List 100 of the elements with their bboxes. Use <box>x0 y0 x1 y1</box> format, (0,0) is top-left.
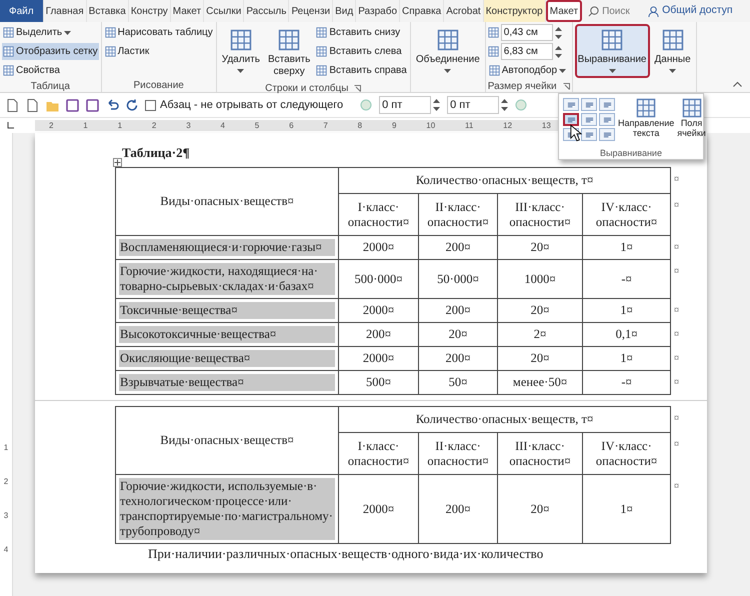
cell-alignment-button[interactable] <box>599 113 615 126</box>
group-label: Размер ячейки <box>488 80 557 94</box>
ruler-number: 8 <box>358 120 362 132</box>
cell-alignment-button[interactable] <box>581 98 597 111</box>
ribbon-button[interactable]: Ластик <box>104 43 214 60</box>
new-document-icon[interactable] <box>6 98 19 112</box>
ruler-number: 11 <box>465 120 474 132</box>
spacing-field[interactable]: 0 пт <box>447 96 500 114</box>
table-cell: Количество·опасных·веществ, т¤ <box>338 406 671 432</box>
search-field[interactable]: Поиск <box>602 4 642 18</box>
ribbon-large-button[interactable]: Вставить сверху <box>264 24 314 81</box>
size-field[interactable]: 0,43 см <box>500 24 553 41</box>
end-of-row-mark: ¤ <box>674 328 680 340</box>
table-cell: Виды·опасных·веществ¤ <box>116 406 338 474</box>
ribbon-button[interactable]: Автоподбор <box>488 62 567 79</box>
spin-arrows-icon[interactable] <box>554 44 562 58</box>
alignment-option-button[interactable]: Поля ячейки <box>677 98 706 147</box>
table-cell: 500¤ <box>338 370 418 394</box>
ribbon-button[interactable]: Свойства <box>2 62 99 79</box>
table-cell: 2000¤ <box>338 346 418 370</box>
size-field[interactable]: 6,83 см <box>500 43 553 60</box>
spin-arrows-icon[interactable] <box>433 98 440 112</box>
redo-icon[interactable] <box>126 99 138 111</box>
end-of-row-mark: ¤ <box>674 480 680 492</box>
ribbon-large-button[interactable]: Данные <box>652 24 694 78</box>
ribbon-large-button[interactable]: Удалить <box>218 24 263 81</box>
table-cell: Горючие·жидкости, используемые·в·технологическом·процессе·или·транспортируемые·по·магистральному·трубопроводу¤ <box>116 474 338 544</box>
table-grid-icon <box>601 29 624 51</box>
spacing-field[interactable]: 0 пт <box>379 96 432 114</box>
table-grid-icon <box>316 65 328 76</box>
table-grid-icon <box>104 27 116 38</box>
table-cell: 2000¤ <box>338 236 418 260</box>
dialog-launcher-icon[interactable] <box>562 82 570 90</box>
cell-alignment-button[interactable] <box>599 98 615 111</box>
share-button[interactable]: Общий доступ <box>642 0 733 22</box>
table-cell: 0,1¤ <box>582 322 671 346</box>
table-cell: 200¤ <box>418 346 498 370</box>
cell-alignment-button[interactable] <box>599 128 615 141</box>
cell-alignment-button[interactable] <box>563 113 579 126</box>
table-cell: Взрывчатые·вещества¤ <box>116 370 338 394</box>
table-cell: Окисляющие·вещества¤ <box>116 346 338 370</box>
ribbon-large-button[interactable]: Выравнивание <box>574 24 650 78</box>
ribbon-tab[interactable]: Конструктор <box>484 0 546 22</box>
table-grid-icon <box>3 46 14 57</box>
ruler-number: 3 <box>4 510 8 522</box>
table-cell: 20¤ <box>498 474 582 544</box>
ribbon-button[interactable]: Нарисовать таблицу <box>104 24 214 41</box>
table-cell: 2¤ <box>498 322 582 346</box>
ribbon-button[interactable]: Выделить <box>2 24 99 41</box>
table-cell: IV·класс·опасности¤ <box>582 432 671 474</box>
table-cell: Высокотоксичные·вещества¤ <box>116 322 338 346</box>
table-cell: II·класс·опасности¤ <box>418 432 498 474</box>
ribbon-tab[interactable]: Файл <box>0 0 44 22</box>
cell-alignment-button[interactable] <box>563 98 579 111</box>
table-cell: 20¤ <box>498 298 582 322</box>
new-document-icon[interactable] <box>26 98 39 112</box>
ruler-number: 13 <box>542 120 551 132</box>
ribbon-large-button[interactable]: Объединение <box>412 24 483 78</box>
text-lines-icon <box>602 132 612 138</box>
end-of-row-mark: ¤ <box>674 352 680 364</box>
table-grid-icon <box>3 65 14 76</box>
ribbon-button[interactable]: Вставить справа <box>315 62 408 79</box>
ribbon-button[interactable]: Отобразить сетку <box>2 43 99 60</box>
table-cell: 50¤ <box>418 370 498 394</box>
end-of-row-mark: ¤ <box>674 266 680 276</box>
search-icon <box>588 6 600 16</box>
end-of-row-mark: ¤ <box>674 412 680 424</box>
table-cell: Токсичные·вещества¤ <box>116 298 338 322</box>
table-cell: I·класс·опасности¤ <box>338 194 418 236</box>
alignment-option-button[interactable]: Направление текста <box>618 98 674 147</box>
cell-alignment-button[interactable] <box>581 113 597 126</box>
cell-alignment-button[interactable] <box>581 128 597 141</box>
collapse-ribbon-icon[interactable] <box>733 81 742 87</box>
table-cell: 20¤ <box>418 322 498 346</box>
table-cell: I·класс·опасности¤ <box>338 432 418 474</box>
dropdown-label: Выравнивание <box>599 147 663 159</box>
spin-arrows-icon[interactable] <box>501 98 508 112</box>
end-of-row-mark: ¤ <box>674 200 680 210</box>
end-of-row-mark: ¤ <box>674 304 680 316</box>
dialog-launcher-icon[interactable] <box>354 84 362 92</box>
table-grid-icon <box>104 46 116 57</box>
table-cell: менее·50¤ <box>498 370 582 394</box>
table-cell: 200¤ <box>338 322 418 346</box>
table-cell: -¤ <box>582 370 671 394</box>
ribbon-tab[interactable]: Макет <box>546 0 582 22</box>
ribbon-button[interactable]: Вставить снизу <box>315 24 408 41</box>
ribbon-button[interactable]: Вставить слева <box>315 43 408 60</box>
spin-arrows-icon[interactable] <box>554 26 562 40</box>
ruler-number: 6 <box>289 120 294 132</box>
tab-selector-icon[interactable] <box>6 121 15 130</box>
table-cell: Горючие·жидкости, находящиеся·на·товарно-сырьевых·складах·и·базах¤ <box>116 260 338 298</box>
text-lines-icon <box>584 116 594 122</box>
table-move-handle-icon[interactable] <box>113 158 122 167</box>
table-grid-icon <box>278 29 300 51</box>
table-grid-icon <box>488 65 500 76</box>
undo-icon[interactable] <box>106 99 119 111</box>
checkbox[interactable] <box>145 100 156 110</box>
ruler-number: 4 <box>4 544 8 556</box>
ruler-number: 2 <box>49 120 54 132</box>
ruler-number: 1 <box>118 120 122 132</box>
